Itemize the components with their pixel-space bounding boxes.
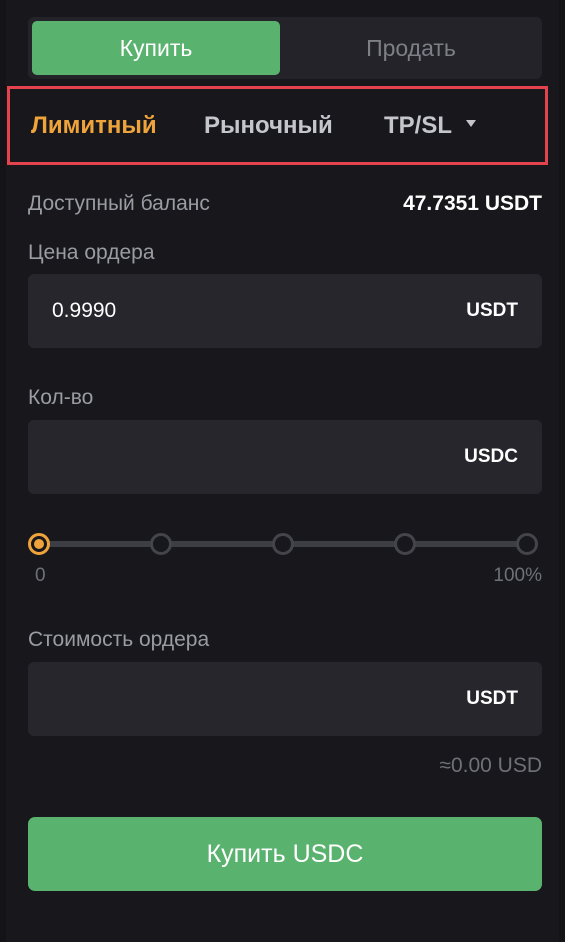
order-type-selector: Лимитный Рыночный TP/SL	[7, 86, 548, 165]
price-label: Цена ордера	[28, 241, 155, 264]
slider-knob-100[interactable]	[516, 533, 538, 555]
order-type-tpsl[interactable]: TP/SL	[384, 89, 477, 162]
order-value-input[interactable]: USDT	[28, 662, 542, 736]
quantity-label: Кол-во	[28, 386, 94, 409]
order-value-approx: ≈0.00 USD	[439, 754, 542, 777]
buy-submit-button[interactable]: Купить USDC	[28, 817, 542, 891]
quantity-input[interactable]: USDC	[28, 420, 542, 494]
slider-max-label: 100%	[493, 565, 542, 586]
slider-knob-75[interactable]	[394, 533, 416, 555]
side-toggle: Купить Продать	[28, 17, 542, 79]
balance-label: Доступный баланс	[28, 192, 210, 215]
slider-min-label: 0	[35, 565, 46, 586]
slider-knob-25[interactable]	[150, 533, 172, 555]
order-type-limit[interactable]: Лимитный	[31, 89, 157, 162]
price-unit: USDT	[466, 300, 518, 321]
slider-knob-0[interactable]	[28, 533, 50, 555]
price-input[interactable]: 0.9990 USDT	[28, 274, 542, 348]
price-value: 0.9990	[52, 299, 117, 322]
order-type-tpsl-label: TP/SL	[384, 112, 453, 139]
order-value-unit: USDT	[466, 688, 518, 709]
quantity-unit: USDC	[464, 446, 518, 467]
sell-tab[interactable]: Продать	[284, 21, 538, 75]
slider-knob-50[interactable]	[272, 533, 294, 555]
order-value-label: Стоимость ордера	[28, 628, 210, 651]
balance-value: 47.7351 USDT	[403, 192, 542, 215]
order-type-market[interactable]: Рыночный	[204, 89, 333, 162]
caret-down-icon	[466, 120, 477, 128]
quantity-slider[interactable]	[28, 530, 542, 558]
buy-tab[interactable]: Купить	[32, 21, 280, 75]
